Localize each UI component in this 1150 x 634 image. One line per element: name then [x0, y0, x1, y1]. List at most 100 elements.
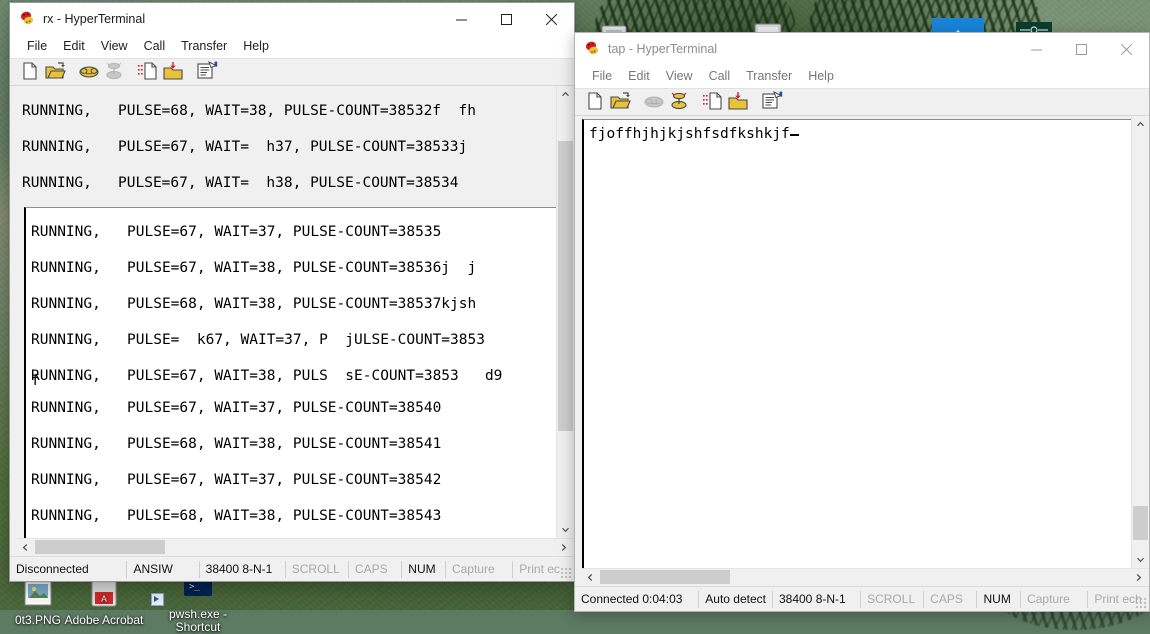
window2-caption-buttons[interactable]: [1014, 33, 1149, 65]
scroll-down-icon[interactable]: [557, 521, 574, 538]
disconnect-icon[interactable]: [668, 91, 693, 113]
window1-terminal-text[interactable]: RUNNING, PULSE=67, WAIT=37, PULSE-COUNT=…: [26, 208, 556, 534]
status-capture-indicator: Capture: [1021, 590, 1089, 608]
new-connection-icon[interactable]: [19, 61, 44, 83]
desktop-icon-label: Adobe Acrobat: [64, 613, 144, 627]
send-file-icon[interactable]: [702, 91, 727, 113]
hyperterminal-app-icon: [584, 40, 602, 58]
hyperterminal-window-rx[interactable]: rx - HyperTerminal File Edit View Call Trans…: [9, 2, 575, 582]
menu-help[interactable]: Help: [235, 37, 277, 56]
window2-hscroll-thumb[interactable]: [600, 570, 730, 584]
window1-vertical-scrollbar[interactable]: [556, 86, 574, 538]
close-button[interactable]: [529, 3, 574, 35]
send-file-icon[interactable]: [137, 61, 162, 83]
window2-toolbar[interactable]: [575, 89, 1149, 116]
window1-title: rx - HyperTerminal: [43, 12, 146, 26]
status-scroll-indicator: SCROLL: [861, 590, 925, 608]
desktop-icon-label: pwsh.exe - Shortcut: [168, 607, 228, 634]
scroll-right-icon[interactable]: [555, 539, 572, 556]
window1-titlebar[interactable]: rx - HyperTerminal: [10, 3, 574, 35]
menu-help[interactable]: Help: [800, 67, 842, 86]
window1-terminal-scrollback[interactable]: RUNNING, PULSE=68, WAIT=38, PULSE-COUNT=…: [17, 89, 556, 211]
resize-grip[interactable]: [560, 567, 572, 579]
window1-toolbar[interactable]: [10, 59, 574, 86]
svg-text:A: A: [101, 594, 107, 604]
new-connection-icon[interactable]: [584, 91, 609, 113]
status-connection-status: Disconnected: [10, 560, 128, 578]
window1-terminal-wrapper[interactable]: RUNNING, PULSE=68, WAIT=38, PULSE-COUNT=…: [17, 89, 556, 538]
open-connection-icon[interactable]: [44, 61, 69, 83]
scroll-up-icon[interactable]: [557, 86, 574, 103]
hyperterminal-window-tap[interactable]: tap - HyperTerminal File Edit View Call Tran…: [574, 32, 1150, 612]
window2-titlebar[interactable]: tap - HyperTerminal: [575, 33, 1149, 65]
open-connection-icon[interactable]: [609, 91, 634, 113]
window1-hscroll-thumb[interactable]: [35, 540, 165, 554]
maximize-button[interactable]: [1059, 33, 1104, 65]
close-button[interactable]: [1104, 33, 1149, 65]
scroll-left-icon[interactable]: [582, 569, 599, 586]
status-caps-indicator: CAPS: [349, 560, 403, 578]
menu-edit[interactable]: Edit: [55, 37, 93, 56]
terminal-line: RUNNING, PULSE=67, WAIT=38, PULSE-COUNT=…: [31, 260, 477, 276]
terminal-line: RUNNING, PULSE=67, WAIT=38, PULS sE-COUN…: [31, 368, 503, 384]
receive-file-icon[interactable]: [162, 61, 187, 83]
window1-scroll-thumb[interactable]: [558, 141, 573, 431]
properties-icon[interactable]: [761, 90, 786, 113]
terminal-line: RUNNING, PULSE=67, WAIT=37, PULSE-COUNT=…: [31, 472, 442, 488]
status-line-settings: 38400 8-N-1: [773, 590, 862, 608]
menu-file[interactable]: File: [19, 37, 55, 56]
menu-view[interactable]: View: [658, 67, 701, 86]
minimize-button[interactable]: [439, 3, 484, 35]
desktop-icon-adobe-acrobat[interactable]: A Adobe Acrobat: [58, 578, 150, 627]
terminal-line: RUNNING, PULSE=68, WAIT=38, PULSE-COUNT=…: [22, 103, 476, 119]
shortcut-overlay-icon: [151, 593, 164, 606]
window1-client-area: RUNNING, PULSE=68, WAIT=38, PULSE-COUNT=…: [10, 86, 574, 538]
call-icon[interactable]: [78, 61, 103, 83]
terminal-line: RUNNING, PULSE= k67, WAIT=37, P jULSE-CO…: [31, 332, 485, 348]
menu-view[interactable]: View: [93, 37, 136, 56]
svg-text:>_: >_: [189, 582, 200, 592]
resize-grip[interactable]: [1135, 597, 1147, 609]
terminal-line: fjoffhjhjkjshfsdfkshkjf: [589, 124, 1131, 144]
terminal-line: RUNNING, PULSE=67, WAIT= h37, PULSE-COUN…: [22, 139, 468, 155]
scroll-right-icon[interactable]: [1130, 569, 1147, 586]
window2-menubar[interactable]: File Edit View Call Transfer Help: [575, 65, 1149, 89]
menu-file[interactable]: File: [584, 67, 620, 86]
scroll-up-icon[interactable]: [1132, 116, 1149, 133]
window2-scroll-thumb[interactable]: [1133, 506, 1148, 540]
text-cursor: [789, 134, 799, 136]
menu-transfer[interactable]: Transfer: [173, 37, 235, 56]
terminal-line: RUNNING, PULSE=68, WAIT=38, PULSE-COUNT=…: [31, 436, 442, 452]
menu-edit[interactable]: Edit: [620, 67, 658, 86]
window2-vertical-scrollbar[interactable]: [1131, 116, 1149, 568]
status-line-settings: 38400 8-N-1: [200, 560, 286, 578]
terminal-line: RUNNING, PULSE=67, WAIT= h38, PULSE-COUN…: [22, 175, 459, 191]
window1-horizontal-scrollbar[interactable]: [17, 538, 574, 556]
properties-icon[interactable]: [196, 60, 221, 83]
window1-terminal-output[interactable]: RUNNING, PULSE=67, WAIT=37, PULSE-COUNT=…: [24, 207, 556, 538]
status-scroll-indicator: SCROLL: [286, 560, 349, 578]
menu-call[interactable]: Call: [701, 67, 739, 86]
scroll-left-icon[interactable]: [17, 539, 34, 556]
terminal-line: RUNNING, PULSE=67, WAIT=37, PULSE-COUNT=…: [31, 224, 442, 240]
menu-transfer[interactable]: Transfer: [738, 67, 800, 86]
status-emulation: ANSIW: [127, 560, 200, 578]
window2-horizontal-scrollbar[interactable]: [582, 568, 1149, 586]
status-caps-indicator: CAPS: [924, 590, 978, 608]
minimize-button[interactable]: [1014, 33, 1059, 65]
window2-statusbar: Connected 0:04:03 Auto detect 38400 8-N-1 S…: [575, 586, 1149, 611]
receive-file-icon[interactable]: [727, 91, 752, 113]
window2-terminal-wrapper[interactable]: fjoffhjhjkjshfsdfkshkjf: [582, 119, 1131, 568]
terminal-line: RUNNING, PULSE=68, WAIT=38, PULSE-COUNT=…: [31, 296, 477, 312]
maximize-button[interactable]: [484, 3, 529, 35]
window1-menubar[interactable]: File Edit View Call Transfer Help: [10, 35, 574, 59]
window1-statusbar: Disconnected ANSIW 38400 8-N-1 SCROLL CAPS NU…: [10, 556, 574, 581]
hyperterminal-app-icon: [19, 10, 37, 28]
scroll-down-icon[interactable]: [1132, 551, 1149, 568]
menu-call[interactable]: Call: [136, 37, 174, 56]
status-num-indicator: NUM: [402, 560, 446, 578]
window1-caption-buttons[interactable]: [439, 3, 574, 35]
status-emulation: Auto detect: [699, 590, 773, 608]
status-num-indicator: NUM: [977, 590, 1022, 608]
window2-terminal-output[interactable]: fjoffhjhjkjshfsdfkshkjf: [582, 119, 1131, 568]
